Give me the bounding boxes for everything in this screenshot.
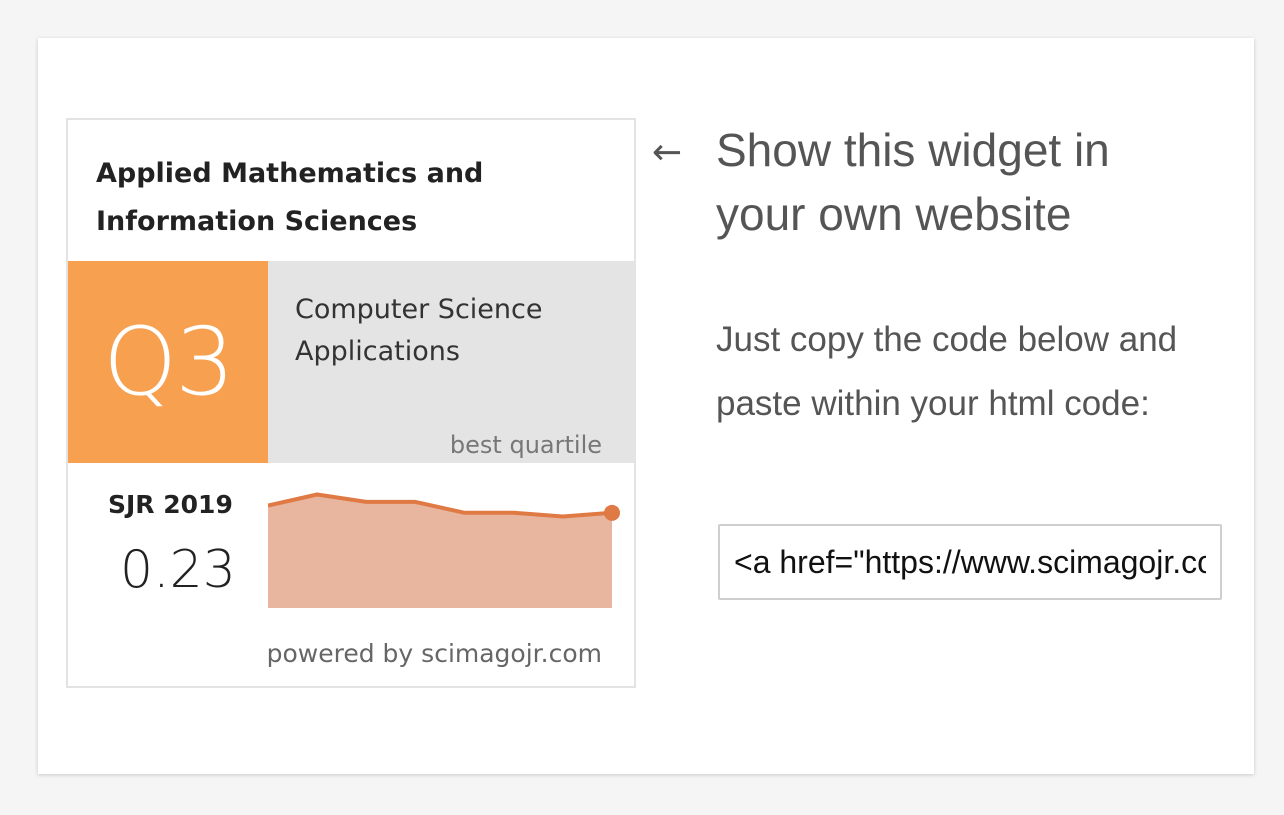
category-panel: Computer Science Applications best quart… xyxy=(268,261,636,463)
category-label: Computer Science Applications xyxy=(295,294,543,367)
sjr-trend-sparkline xyxy=(268,492,620,608)
sparkline-area xyxy=(268,494,612,608)
quartile-badge: Q3 xyxy=(68,261,268,463)
widget-card: Applied Mathematics and Information Scie… xyxy=(38,38,1254,774)
sjr-value: 0.23 xyxy=(120,540,236,600)
left-arrow-icon: ← xyxy=(652,132,683,173)
powered-by-link[interactable]: powered by scimagojr.com xyxy=(267,639,602,668)
sparkline-end-dot xyxy=(604,504,620,521)
best-quartile-label: best quartile xyxy=(449,431,602,459)
embed-code-input[interactable] xyxy=(718,524,1222,600)
info-headline: Show this widget in your own website xyxy=(716,124,1110,240)
sjr-year-label: SJR 2019 xyxy=(108,490,233,519)
journal-title: Applied Mathematics and Information Scie… xyxy=(96,158,484,237)
journal-widget[interactable]: Applied Mathematics and Information Scie… xyxy=(66,118,636,688)
info-instructions: Just copy the code below and paste withi… xyxy=(716,320,1178,423)
